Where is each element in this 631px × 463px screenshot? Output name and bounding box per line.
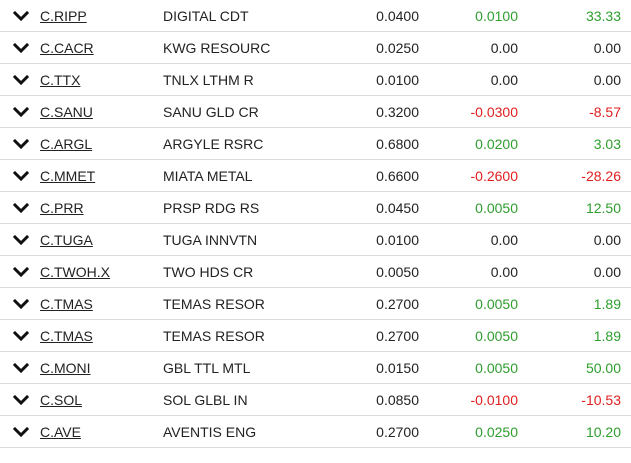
table-row: C.TUGA TUGA INNVTN 0.0100 0.00 0.00 [0, 224, 631, 256]
percent-change: 0.00 [593, 232, 621, 248]
symbol-link[interactable]: C.TWOH.X [40, 256, 110, 288]
last-price: 0.0450 [376, 200, 419, 216]
percent-change: 0.00 [593, 40, 621, 56]
symbol-link[interactable]: C.AVE [40, 416, 81, 448]
chevron-down-icon[interactable] [13, 424, 29, 440]
chevron-down-icon[interactable] [13, 40, 29, 56]
table-row: C.TMAS TEMAS RESOR 0.2700 0.0050 1.89 [0, 288, 631, 320]
company-name: TWO HDS CR [163, 264, 254, 280]
company-name: TEMAS RESOR [163, 328, 265, 344]
percent-change: 1.89 [593, 296, 621, 312]
symbol-link[interactable]: C.MMET [40, 160, 95, 192]
symbol-link[interactable]: C.CACR [40, 32, 94, 64]
company-name: DIGITAL CDT [163, 8, 249, 24]
price-change: 0.0050 [475, 200, 518, 216]
table-row: C.TWOH.X TWO HDS CR 0.0050 0.00 0.00 [0, 256, 631, 288]
percent-change: 10.20 [585, 424, 621, 440]
price-change: 0.00 [490, 40, 518, 56]
percent-change: 3.03 [593, 136, 621, 152]
price-change: 0.00 [490, 264, 518, 280]
last-price: 0.0100 [376, 72, 419, 88]
table-row: C.SANU SANU GLD CR 0.3200 -0.0300 -8.57 [0, 96, 631, 128]
percent-change: 1.89 [593, 328, 621, 344]
symbol-link[interactable]: C.TUGA [40, 224, 93, 256]
price-change: 0.0100 [475, 8, 518, 24]
table-row: C.RIPP DIGITAL CDT 0.0400 0.0100 33.33 [0, 0, 631, 32]
percent-change: 50.00 [585, 360, 621, 376]
symbol-link[interactable]: C.RIPP [40, 0, 87, 32]
percent-change: 12.50 [585, 200, 621, 216]
table-row: C.TTX TNLX LTHM R 0.0100 0.00 0.00 [0, 64, 631, 96]
chevron-down-icon[interactable] [13, 360, 29, 376]
symbol-link[interactable]: C.SANU [40, 96, 93, 128]
last-price: 0.2700 [376, 424, 419, 440]
company-name: ARGYLE RSRC [163, 136, 264, 152]
price-change: -0.0300 [470, 104, 518, 120]
chevron-down-icon[interactable] [13, 72, 29, 88]
chevron-down-icon[interactable] [13, 328, 29, 344]
percent-change: -10.53 [581, 392, 621, 408]
symbol-link[interactable]: C.TMAS [40, 288, 93, 320]
chevron-down-icon[interactable] [13, 136, 29, 152]
price-change: -0.0100 [470, 392, 518, 408]
last-price: 0.0150 [376, 360, 419, 376]
percent-change: 0.00 [593, 264, 621, 280]
company-name: TNLX LTHM R [163, 72, 254, 88]
last-price: 0.2700 [376, 328, 419, 344]
percent-change: -28.26 [581, 168, 621, 184]
company-name: TUGA INNVTN [163, 232, 258, 248]
chevron-down-icon[interactable] [13, 264, 29, 280]
price-change: 0.00 [490, 72, 518, 88]
company-name: SANU GLD CR [163, 104, 259, 120]
table-row: C.ARGL ARGYLE RSRC 0.6800 0.0200 3.03 [0, 128, 631, 160]
price-change: 0.0050 [475, 296, 518, 312]
symbol-link[interactable]: C.TMAS [40, 320, 93, 352]
last-price: 0.6800 [376, 136, 419, 152]
last-price: 0.0400 [376, 8, 419, 24]
quote-list: C.RIPP DIGITAL CDT 0.0400 0.0100 33.33 C.CACR… [0, 0, 631, 448]
symbol-link[interactable]: C.PRR [40, 192, 84, 224]
price-change: 0.0050 [475, 360, 518, 376]
price-change: 0.0200 [475, 136, 518, 152]
last-price: 0.6600 [376, 168, 419, 184]
symbol-link[interactable]: C.MONI [40, 352, 91, 384]
company-name: GBL TTL MTL [163, 360, 251, 376]
price-change: -0.2600 [470, 168, 518, 184]
company-name: SOL GLBL IN [163, 392, 248, 408]
percent-change: 33.33 [585, 8, 621, 24]
table-row: C.TMAS TEMAS RESOR 0.2700 0.0050 1.89 [0, 320, 631, 352]
symbol-link[interactable]: C.TTX [40, 64, 80, 96]
chevron-down-icon[interactable] [13, 392, 29, 408]
chevron-down-icon[interactable] [13, 168, 29, 184]
chevron-down-icon[interactable] [13, 104, 29, 120]
company-name: KWG RESOURC [163, 40, 271, 56]
table-row: C.SOL SOL GLBL IN 0.0850 -0.0100 -10.53 [0, 384, 631, 416]
price-change: 0.0050 [475, 328, 518, 344]
price-change: 0.00 [490, 232, 518, 248]
price-change: 0.0250 [475, 424, 518, 440]
chevron-down-icon[interactable] [13, 200, 29, 216]
table-row: C.AVE AVENTIS ENG 0.2700 0.0250 10.20 [0, 416, 631, 448]
table-row: C.CACR KWG RESOURC 0.0250 0.00 0.00 [0, 32, 631, 64]
symbol-link[interactable]: C.SOL [40, 384, 82, 416]
last-price: 0.0250 [376, 40, 419, 56]
last-price: 0.0100 [376, 232, 419, 248]
last-price: 0.2700 [376, 296, 419, 312]
table-row: C.MMET MIATA METAL 0.6600 -0.2600 -28.26 [0, 160, 631, 192]
company-name: MIATA METAL [163, 168, 253, 184]
table-row: C.PRR PRSP RDG RS 0.0450 0.0050 12.50 [0, 192, 631, 224]
last-price: 0.3200 [376, 104, 419, 120]
company-name: PRSP RDG RS [163, 200, 260, 216]
chevron-down-icon[interactable] [13, 232, 29, 248]
percent-change: 0.00 [593, 72, 621, 88]
symbol-link[interactable]: C.ARGL [40, 128, 92, 160]
last-price: 0.0850 [376, 392, 419, 408]
table-row: C.MONI GBL TTL MTL 0.0150 0.0050 50.00 [0, 352, 631, 384]
chevron-down-icon[interactable] [13, 8, 29, 24]
last-price: 0.0050 [376, 264, 419, 280]
company-name: AVENTIS ENG [163, 424, 257, 440]
chevron-down-icon[interactable] [13, 296, 29, 312]
company-name: TEMAS RESOR [163, 296, 265, 312]
percent-change: -8.57 [589, 104, 621, 120]
